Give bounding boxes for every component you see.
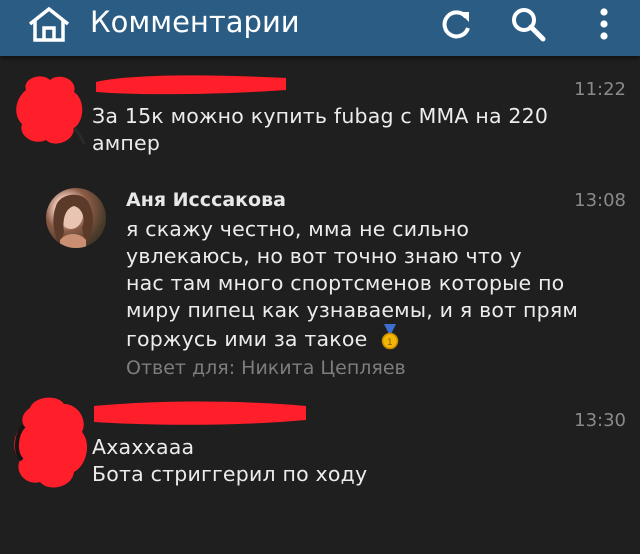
comment-text-line: я скажу честно, мма не сильно [126,217,470,241]
reply-to-link[interactable]: Ответ для: Никита Цепляев [126,356,406,380]
refresh-icon[interactable] [436,4,476,44]
comment-item[interactable]: 11:22 За 15к можно купить fubag с MMA на… [0,60,640,170]
more-vert-icon[interactable] [586,4,626,44]
medal-emoji: 1 [380,324,400,350]
avatar[interactable] [8,394,94,494]
comment-text-line: увлекаюсь, но вот точно знаю что у [126,244,522,268]
comment-time: 11:22 [574,79,626,100]
search-icon[interactable] [508,4,548,44]
comment-text-line: Ахаххааа [92,435,195,459]
comment-time: 13:30 [574,410,626,431]
author-name[interactable]: Аня Исссакова [126,188,286,212]
comment-text-line: миру пипец как узнаваемы, и я вот прям [126,298,579,322]
comment-reply-item[interactable]: Аня Исссакова 13:08 я скажу честно, мма … [0,180,640,390]
svg-text:1: 1 [387,338,393,348]
page-title: Комментарии [90,5,300,39]
comment-text-line: горжусь ими за такое 1 [126,324,400,353]
author-name-redacted [94,401,306,425]
comment-text-line: ампер [92,131,161,155]
comments-screen: Комментарии 11:22 За 15к можно купить fu… [0,0,640,554]
comment-text-fragment: горжусь ими за такое [126,327,368,351]
comment-text-line: нас там много спортсменов которые по [126,271,565,295]
comment-item[interactable]: 13:30 Ахаххааа Бота стриггерил по ходу [0,394,640,504]
avatar[interactable] [12,70,92,150]
app-bar: Комментарии [0,0,640,56]
avatar[interactable] [46,188,106,248]
home-icon[interactable] [26,6,72,42]
comment-text-line: Бота стриггерил по ходу [92,462,368,486]
author-name-redacted [96,75,286,95]
comment-time: 13:08 [574,190,626,211]
comment-text-line: За 15к можно купить fubag с MMA на 220 [92,104,549,128]
